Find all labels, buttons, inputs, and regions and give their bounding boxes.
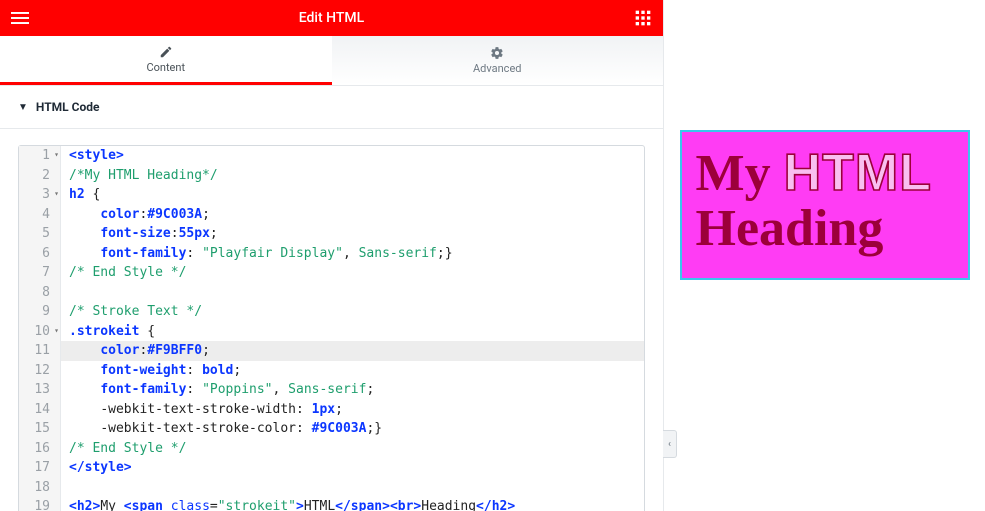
line-number: 7: [19, 263, 61, 283]
preview-card: My HTML Heading: [680, 130, 970, 280]
code-line[interactable]: 18: [19, 478, 644, 498]
code-line[interactable]: 10▾.strokeit {: [19, 322, 644, 342]
code-line[interactable]: 8: [19, 283, 644, 303]
line-number: 11: [19, 341, 61, 361]
collapse-panel-button[interactable]: ‹: [663, 430, 677, 458]
code-content[interactable]: /* Stroke Text */: [61, 302, 644, 322]
caret-down-icon: ▼: [18, 102, 28, 113]
code-content[interactable]: color:#9C003A;: [61, 205, 644, 225]
preview-heading: My HTML Heading: [696, 146, 954, 256]
code-editor[interactable]: 1▾<style>2/*My HTML Heading*/3▾h2 {4 col…: [18, 145, 645, 511]
line-number: 17: [19, 458, 61, 478]
fold-icon[interactable]: ▾: [54, 188, 59, 200]
chevron-left-icon: ‹: [668, 439, 671, 450]
tab-advanced-label: Advanced: [473, 62, 521, 75]
line-number: 6: [19, 244, 61, 264]
code-line[interactable]: 15 -webkit-text-stroke-color: #9C003A;}: [19, 419, 644, 439]
code-line[interactable]: 4 color:#9C003A;: [19, 205, 644, 225]
code-line[interactable]: 12 font-weight: bold;: [19, 361, 644, 381]
tabs: Content Advanced: [0, 36, 663, 86]
code-line[interactable]: 3▾h2 {: [19, 185, 644, 205]
line-number: 1▾: [19, 146, 61, 166]
preview-word-html: HTML: [784, 144, 932, 202]
line-number: 19: [19, 497, 61, 511]
apps-icon[interactable]: [633, 8, 653, 28]
code-content[interactable]: font-family: "Poppins", Sans-serif;: [61, 380, 644, 400]
line-number: 13: [19, 380, 61, 400]
code-content[interactable]: [61, 478, 644, 498]
preview-word-my: My: [696, 145, 771, 202]
code-line[interactable]: 2/*My HTML Heading*/: [19, 166, 644, 186]
tab-advanced[interactable]: Advanced: [332, 36, 664, 85]
code-content[interactable]: font-size:55px;: [61, 224, 644, 244]
editor-container: 1▾<style>2/*My HTML Heading*/3▾h2 {4 col…: [0, 129, 663, 511]
line-number: 3▾: [19, 185, 61, 205]
line-number: 9: [19, 302, 61, 322]
tab-content[interactable]: Content: [0, 36, 332, 85]
fold-icon[interactable]: ▾: [54, 325, 59, 337]
menu-icon[interactable]: [10, 8, 30, 28]
code-line[interactable]: 13 font-family: "Poppins", Sans-serif;: [19, 380, 644, 400]
code-content[interactable]: /* End Style */: [61, 263, 644, 283]
line-number: 14: [19, 400, 61, 420]
line-number: 16: [19, 439, 61, 459]
code-line[interactable]: 11 color:#F9BFF0;: [19, 341, 644, 361]
code-content[interactable]: /* End Style */: [61, 439, 644, 459]
code-line[interactable]: 17</style>: [19, 458, 644, 478]
code-line[interactable]: 16/* End Style */: [19, 439, 644, 459]
preview-word-heading: Heading: [696, 200, 884, 257]
tab-content-label: Content: [146, 61, 185, 74]
editor-panel: Edit HTML Content Advanced ▼ HTML Code 1…: [0, 0, 664, 511]
code-line[interactable]: 19<h2>My <span class="strokeit">HTML</sp…: [19, 497, 644, 511]
pencil-icon: [159, 45, 173, 59]
preview-pane: ‹ My HTML Heading: [664, 0, 985, 511]
line-number: 10▾: [19, 322, 61, 342]
line-number: 8: [19, 283, 61, 303]
code-line[interactable]: 7/* End Style */: [19, 263, 644, 283]
code-content[interactable]: -webkit-text-stroke-width: 1px;: [61, 400, 644, 420]
code-content[interactable]: font-weight: bold;: [61, 361, 644, 381]
code-line[interactable]: 6 font-family: "Playfair Display", Sans-…: [19, 244, 644, 264]
code-content[interactable]: </style>: [61, 458, 644, 478]
code-line[interactable]: 14 -webkit-text-stroke-width: 1px;: [19, 400, 644, 420]
code-line[interactable]: 1▾<style>: [19, 146, 644, 166]
code-content[interactable]: color:#F9BFF0;: [61, 341, 644, 361]
code-content[interactable]: <style>: [61, 146, 644, 166]
code-content[interactable]: .strokeit {: [61, 322, 644, 342]
gear-icon: [490, 46, 504, 60]
code-content[interactable]: -webkit-text-stroke-color: #9C003A;}: [61, 419, 644, 439]
code-content[interactable]: <h2>My <span class="strokeit">HTML</span…: [61, 497, 644, 511]
code-line[interactable]: 5 font-size:55px;: [19, 224, 644, 244]
line-number: 4: [19, 205, 61, 225]
topbar: Edit HTML: [0, 0, 663, 36]
code-content[interactable]: [61, 283, 644, 303]
section-title: HTML Code: [36, 100, 100, 114]
code-content[interactable]: /*My HTML Heading*/: [61, 166, 644, 186]
panel-title: Edit HTML: [30, 10, 633, 26]
fold-icon[interactable]: ▾: [54, 149, 59, 161]
code-content[interactable]: font-family: "Playfair Display", Sans-se…: [61, 244, 644, 264]
code-content[interactable]: h2 {: [61, 185, 644, 205]
code-line[interactable]: 9/* Stroke Text */: [19, 302, 644, 322]
line-number: 12: [19, 361, 61, 381]
line-number: 18: [19, 478, 61, 498]
line-number: 5: [19, 224, 61, 244]
section-html-code[interactable]: ▼ HTML Code: [0, 86, 663, 129]
line-number: 15: [19, 419, 61, 439]
line-number: 2: [19, 166, 61, 186]
